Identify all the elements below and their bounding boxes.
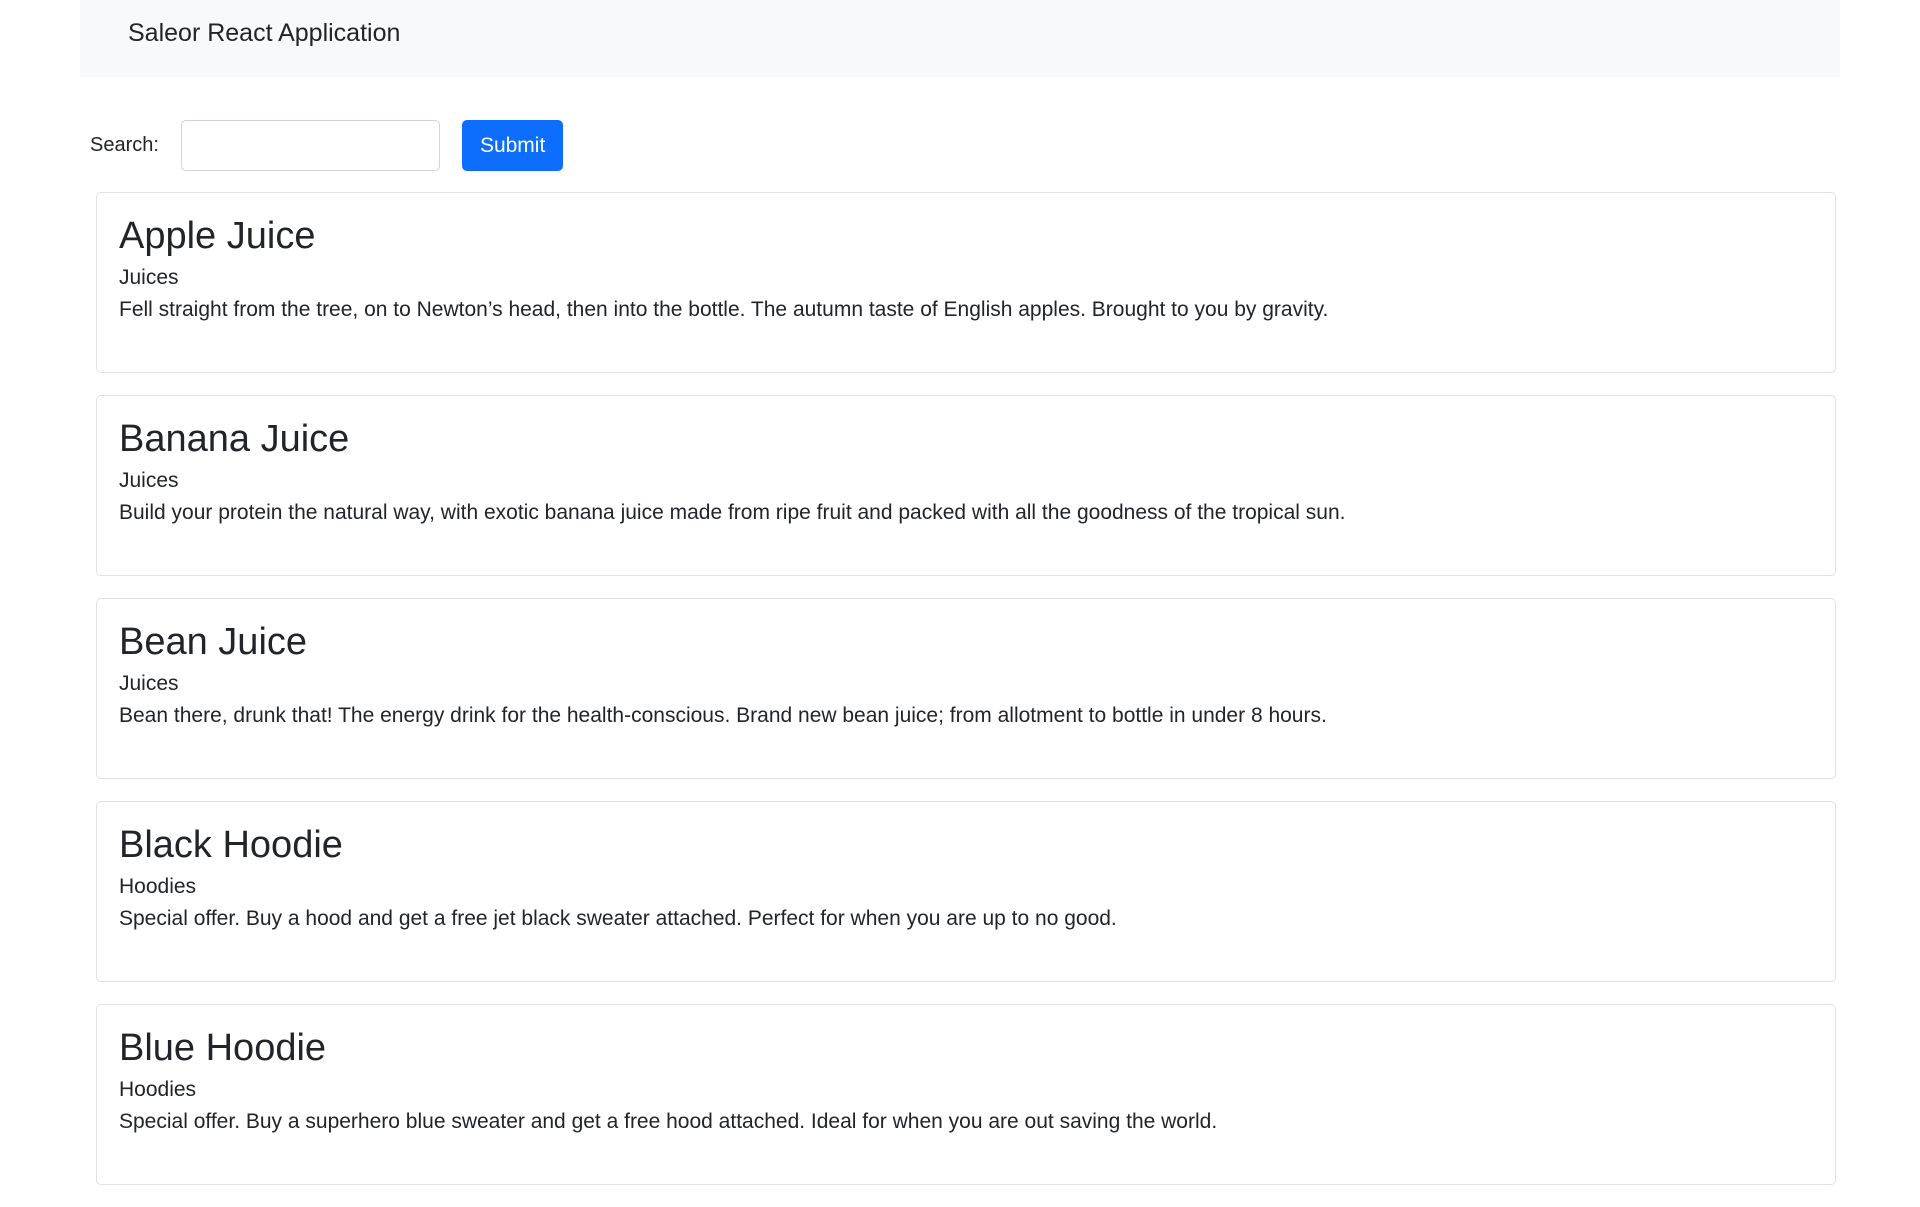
product-name: Blue Hoodie: [119, 1027, 327, 1069]
navbar-brand[interactable]: Saleor React Application: [128, 16, 400, 50]
product-category: Juices: [119, 469, 179, 492]
product-card: Black Hoodie Hoodies Special offer. Buy …: [96, 801, 1836, 982]
product-description: Fell straight from the tree, on to Newto…: [119, 298, 1329, 321]
product-card: Bean Juice Juices Bean there, drunk that…: [96, 598, 1836, 779]
product-name: Apple Juice: [119, 215, 316, 257]
product-category: Hoodies: [119, 1078, 197, 1101]
product-category: Juices: [119, 672, 179, 695]
search-label: Search:: [90, 134, 159, 156]
product-description: Special offer. Buy a superhero blue swea…: [119, 1110, 1218, 1133]
product-card: Blue Hoodie Hoodies Special offer. Buy a…: [96, 1004, 1836, 1185]
product-list: Apple Juice Juices Fell straight from th…: [96, 192, 1836, 1207]
search-input[interactable]: [180, 120, 440, 171]
product-category: Juices: [119, 266, 179, 289]
product-category: Hoodies: [119, 875, 197, 898]
product-name: Banana Juice: [119, 418, 350, 460]
product-card: Banana Juice Juices Build your protein t…: [96, 395, 1836, 576]
submit-button[interactable]: Submit: [461, 120, 564, 171]
product-name: Black Hoodie: [119, 824, 343, 866]
search-form: Search: Submit: [90, 120, 564, 171]
product-description: Special offer. Buy a hood and get a free…: [119, 907, 1117, 930]
product-description: Build your protein the natural way, with…: [119, 501, 1346, 524]
product-description: Bean there, drunk that! The energy drink…: [119, 704, 1327, 727]
product-card: Apple Juice Juices Fell straight from th…: [96, 192, 1836, 373]
navbar: Saleor React Application: [80, 0, 1840, 77]
product-name: Bean Juice: [119, 621, 308, 663]
